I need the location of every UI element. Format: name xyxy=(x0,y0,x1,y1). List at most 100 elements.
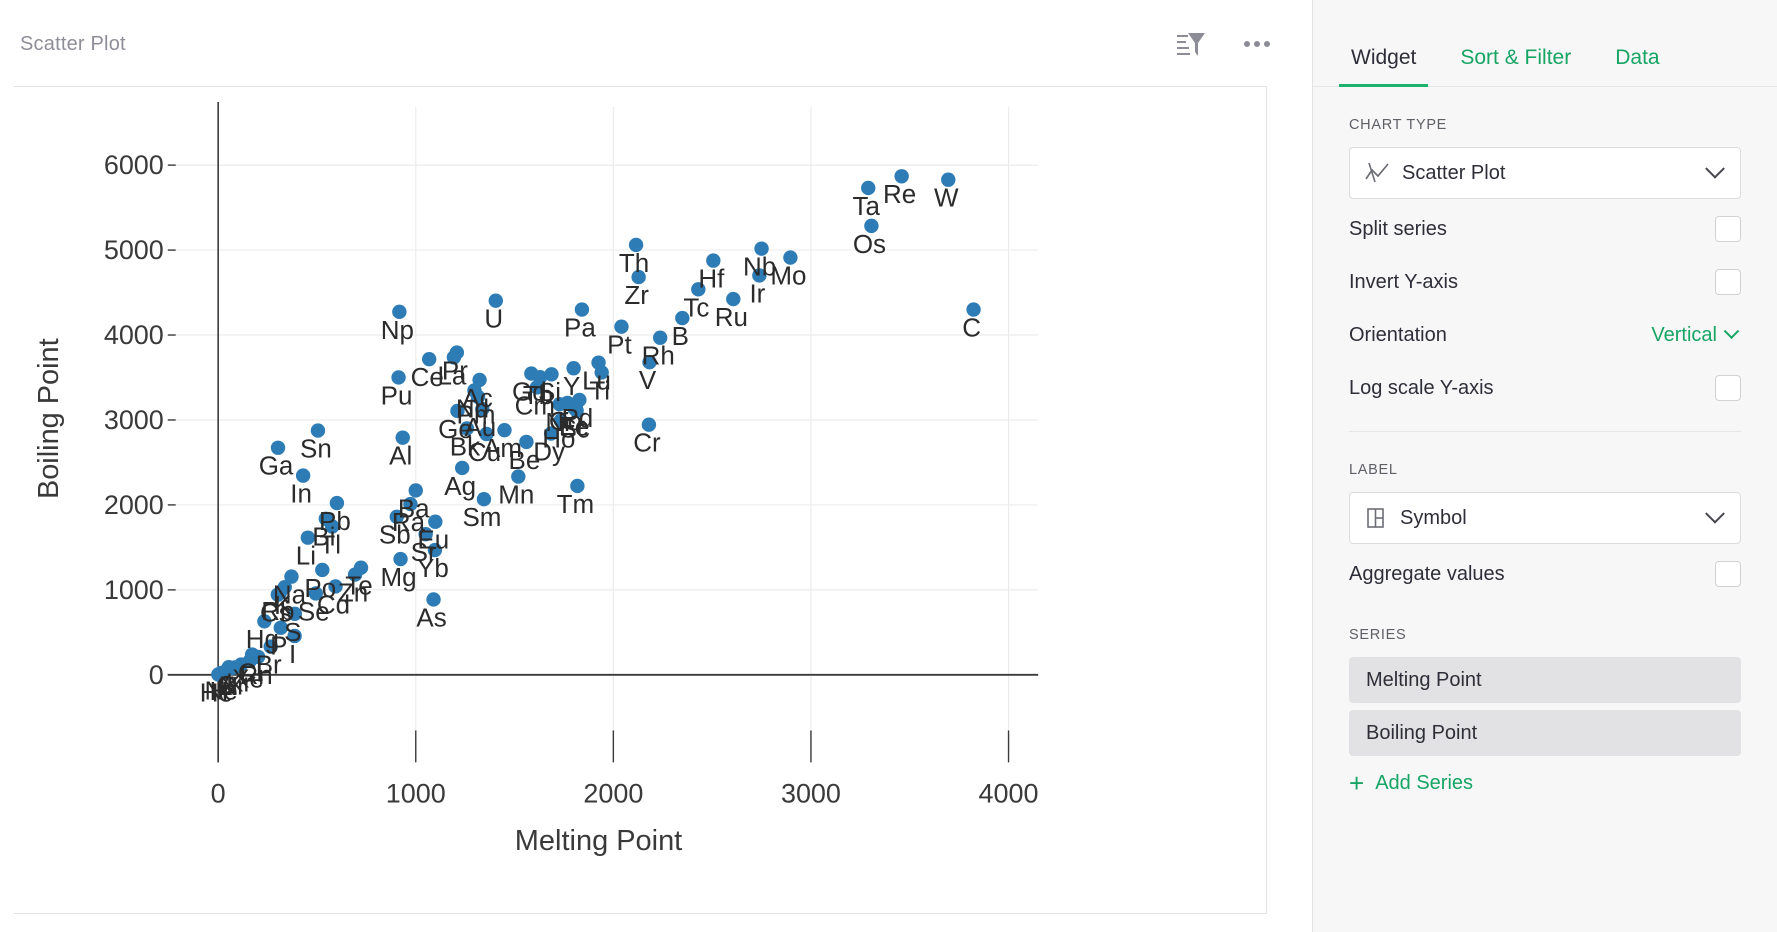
svg-text:Zr: Zr xyxy=(624,282,649,310)
svg-text:Th: Th xyxy=(619,250,649,278)
svg-text:4000: 4000 xyxy=(979,778,1039,808)
svg-text:Tm: Tm xyxy=(557,491,594,519)
option-invert-y-axis[interactable]: Invert Y-axis xyxy=(1349,259,1741,305)
svg-text:6000: 6000 xyxy=(104,150,164,180)
series-section-label: SERIES xyxy=(1349,627,1407,643)
option-split-series[interactable]: Split series xyxy=(1349,206,1741,252)
svg-text:2000: 2000 xyxy=(104,490,164,520)
svg-text:Hf: Hf xyxy=(698,266,725,294)
svg-text:Al: Al xyxy=(389,443,412,471)
scatter-plot[interactable]: 0 1000 2000 3000 4000 5000 6000 0 1000 2000 3000 40… xyxy=(14,87,1266,913)
svg-text:Pb: Pb xyxy=(319,508,351,536)
label-section-label: LABEL xyxy=(1349,462,1398,478)
add-series-label: Add Series xyxy=(1375,771,1474,794)
svg-text:Mg: Mg xyxy=(381,564,417,592)
orientation-value: Vertical xyxy=(1651,323,1717,346)
tab-sort-filter[interactable]: Sort & Filter xyxy=(1438,46,1593,86)
svg-text:Np: Np xyxy=(381,317,414,345)
chart-type-section-label: CHART TYPE xyxy=(1349,117,1448,133)
svg-text:Pa: Pa xyxy=(564,314,596,342)
tab-widget[interactable]: Widget xyxy=(1329,46,1438,87)
label-select[interactable]: Symbol xyxy=(1349,492,1741,544)
aggregate-values-checkbox[interactable] xyxy=(1715,561,1741,587)
svg-text:2000: 2000 xyxy=(583,778,643,808)
svg-text:3000: 3000 xyxy=(104,405,164,435)
option-label: Invert Y-axis xyxy=(1349,270,1458,293)
svg-text:Pu: Pu xyxy=(381,382,413,410)
option-orientation[interactable]: Orientation Vertical xyxy=(1349,312,1741,358)
svg-text:Tc: Tc xyxy=(683,294,709,322)
chart-type-section: CHART TYPE Scatter Plot Split series Inv… xyxy=(1313,117,1777,796)
chevron-down-icon xyxy=(1723,322,1740,339)
svg-text:Ga: Ga xyxy=(259,453,294,481)
column-icon xyxy=(1364,506,1388,530)
svg-text:Re: Re xyxy=(883,181,916,209)
tab-data[interactable]: Data xyxy=(1593,46,1681,86)
svg-text:B: B xyxy=(672,323,689,351)
chart-type-select[interactable]: Scatter Plot xyxy=(1349,147,1741,199)
split-series-checkbox[interactable] xyxy=(1715,216,1741,242)
section-divider xyxy=(1349,431,1741,432)
svg-text:Os: Os xyxy=(853,231,886,259)
chart-type-value: Scatter Plot xyxy=(1402,161,1506,184)
svg-text:Ba: Ba xyxy=(398,495,430,523)
svg-text:V: V xyxy=(639,367,657,395)
series-item-melting-point[interactable]: Melting Point xyxy=(1349,657,1741,703)
svg-text:Pm: Pm xyxy=(457,402,496,430)
svg-text:Po: Po xyxy=(304,575,336,603)
chevron-down-icon xyxy=(1705,158,1725,179)
dot xyxy=(1264,41,1270,47)
log-scale-y-axis-checkbox[interactable] xyxy=(1715,375,1741,401)
svg-text:Boiling Point: Boiling Point xyxy=(33,338,65,499)
svg-text:1000: 1000 xyxy=(104,575,164,605)
page-title: Scatter Plot xyxy=(20,32,126,55)
line-chart-icon xyxy=(1364,161,1390,185)
sort-filter-icon[interactable] xyxy=(1176,30,1206,58)
svg-text:Tb: Tb xyxy=(523,382,553,410)
invert-y-axis-checkbox[interactable] xyxy=(1715,269,1741,295)
dot xyxy=(1254,41,1260,47)
dot xyxy=(1244,41,1250,47)
svg-text:3000: 3000 xyxy=(781,778,841,808)
svg-text:F: F xyxy=(219,673,235,701)
svg-text:Am: Am xyxy=(483,435,522,463)
svg-text:Ru: Ru xyxy=(715,304,748,332)
orientation-dropdown[interactable]: Vertical xyxy=(1651,322,1741,347)
more-options-icon[interactable] xyxy=(1244,41,1270,47)
chevron-down-icon xyxy=(1705,503,1725,524)
header-actions xyxy=(1176,30,1294,58)
svg-text:4000: 4000 xyxy=(104,320,164,350)
svg-text:C: C xyxy=(962,314,981,342)
svg-text:Melting Point: Melting Point xyxy=(515,825,682,857)
svg-text:Sc: Sc xyxy=(559,416,589,444)
option-label: Orientation xyxy=(1349,323,1447,346)
svg-text:Eu: Eu xyxy=(417,527,449,555)
svg-text:1000: 1000 xyxy=(386,778,446,808)
svg-text:Ag: Ag xyxy=(444,473,476,501)
chart-panel: Scatter Plot 0 1000 2000 3000 4000 5000 … xyxy=(0,0,1312,932)
svg-text:Pr: Pr xyxy=(442,358,468,386)
svg-text:0: 0 xyxy=(149,660,164,690)
svg-text:Ti: Ti xyxy=(589,377,610,405)
plus-icon: + xyxy=(1349,768,1365,798)
option-log-scale-y-axis[interactable]: Log scale Y-axis xyxy=(1349,365,1741,411)
svg-text:Ir: Ir xyxy=(749,280,765,308)
sidebar-tabs: Widget Sort & Filter Data xyxy=(1313,0,1777,87)
option-aggregate-values[interactable]: Aggregate values xyxy=(1349,551,1741,597)
svg-text:W: W xyxy=(934,185,959,213)
svg-text:Sm: Sm xyxy=(462,504,501,532)
svg-text:Mn: Mn xyxy=(498,481,534,509)
series-item-boiling-point[interactable]: Boiling Point xyxy=(1349,710,1741,756)
chart-header: Scatter Plot xyxy=(0,0,1312,88)
svg-text:Mo: Mo xyxy=(770,263,806,291)
option-label: Split series xyxy=(1349,217,1447,240)
svg-text:Y: Y xyxy=(563,373,580,401)
svg-text:Yb: Yb xyxy=(417,555,449,583)
svg-text:As: As xyxy=(416,604,446,632)
svg-text:Pt: Pt xyxy=(607,332,632,360)
app-root: Scatter Plot 0 1000 2000 3000 4000 5000 … xyxy=(0,0,1777,932)
option-label: Aggregate values xyxy=(1349,562,1505,585)
svg-text:5000: 5000 xyxy=(104,235,164,265)
add-series-button[interactable]: + Add Series xyxy=(1349,770,1741,796)
svg-text:Te: Te xyxy=(345,573,372,601)
